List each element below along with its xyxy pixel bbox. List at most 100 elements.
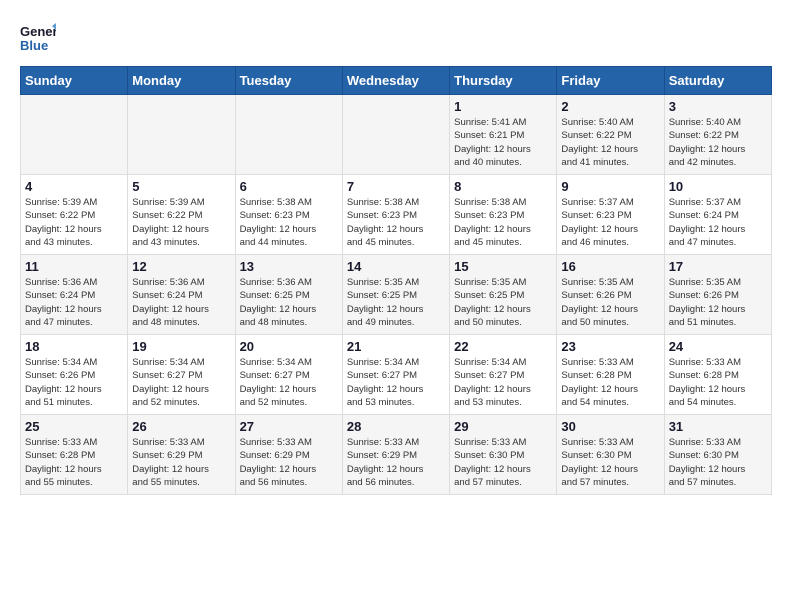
day-info: Sunrise: 5:35 AM Sunset: 6:25 PM Dayligh… xyxy=(454,276,552,329)
day-info: Sunrise: 5:33 AM Sunset: 6:30 PM Dayligh… xyxy=(454,436,552,489)
day-info: Sunrise: 5:39 AM Sunset: 6:22 PM Dayligh… xyxy=(25,196,123,249)
day-number: 6 xyxy=(240,179,338,194)
calendar-cell: 21 Sunrise: 5:34 AM Sunset: 6:27 PM Dayli… xyxy=(342,335,449,415)
calendar-cell: 25 Sunrise: 5:33 AM Sunset: 6:28 PM Dayli… xyxy=(21,415,128,495)
calendar-cell: 7Sunrise: 5:38 AM Sunset: 6:23 PM Daylig… xyxy=(342,175,449,255)
day-info: Sunrise: 5:34 AM Sunset: 6:27 PM Dayligh… xyxy=(347,356,445,409)
day-number: 2 xyxy=(561,99,659,114)
day-info: Sunrise: 5:33 AM Sunset: 6:28 PM Dayligh… xyxy=(25,436,123,489)
day-number: 23 xyxy=(561,339,659,354)
day-info: Sunrise: 5:37 AM Sunset: 6:24 PM Dayligh… xyxy=(669,196,767,249)
calendar-week-row: 1 Sunrise: 5:41 AM Sunset: 6:21 PM Daylig… xyxy=(21,95,772,175)
calendar-cell: 23 Sunrise: 5:33 AM Sunset: 6:28 PM Dayli… xyxy=(557,335,664,415)
day-info: Sunrise: 5:33 AM Sunset: 6:29 PM Dayligh… xyxy=(240,436,338,489)
weekday-header-row: SundayMondayTuesdayWednesdayThursdayFrid… xyxy=(21,67,772,95)
day-number: 12 xyxy=(132,259,230,274)
day-info: Sunrise: 5:36 AM Sunset: 6:24 PM Dayligh… xyxy=(132,276,230,329)
calendar-cell: 18Sunrise: 5:34 AM Sunset: 6:26 PM Dayli… xyxy=(21,335,128,415)
calendar-week-row: 25 Sunrise: 5:33 AM Sunset: 6:28 PM Dayli… xyxy=(21,415,772,495)
day-number: 21 xyxy=(347,339,445,354)
calendar-cell: 27 Sunrise: 5:33 AM Sunset: 6:29 PM Dayli… xyxy=(235,415,342,495)
weekday-header-monday: Monday xyxy=(128,67,235,95)
logo: General Blue xyxy=(20,20,56,56)
day-info: Sunrise: 5:38 AM Sunset: 6:23 PM Dayligh… xyxy=(240,196,338,249)
day-info: Sunrise: 5:40 AM Sunset: 6:22 PM Dayligh… xyxy=(561,116,659,169)
calendar-week-row: 11 Sunrise: 5:36 AM Sunset: 6:24 PM Dayli… xyxy=(21,255,772,335)
calendar-cell: 17Sunrise: 5:35 AM Sunset: 6:26 PM Dayli… xyxy=(664,255,771,335)
day-number: 29 xyxy=(454,419,552,434)
weekday-header-tuesday: Tuesday xyxy=(235,67,342,95)
day-info: Sunrise: 5:34 AM Sunset: 6:27 PM Dayligh… xyxy=(454,356,552,409)
calendar-cell: 10Sunrise: 5:37 AM Sunset: 6:24 PM Dayli… xyxy=(664,175,771,255)
calendar-cell xyxy=(21,95,128,175)
day-info: Sunrise: 5:33 AM Sunset: 6:28 PM Dayligh… xyxy=(669,356,767,409)
calendar-cell xyxy=(128,95,235,175)
day-info: Sunrise: 5:33 AM Sunset: 6:29 PM Dayligh… xyxy=(347,436,445,489)
day-number: 7 xyxy=(347,179,445,194)
weekday-header-wednesday: Wednesday xyxy=(342,67,449,95)
day-info: Sunrise: 5:35 AM Sunset: 6:25 PM Dayligh… xyxy=(347,276,445,329)
day-info: Sunrise: 5:41 AM Sunset: 6:21 PM Dayligh… xyxy=(454,116,552,169)
calendar-cell: 20 Sunrise: 5:34 AM Sunset: 6:27 PM Dayli… xyxy=(235,335,342,415)
day-info: Sunrise: 5:33 AM Sunset: 6:30 PM Dayligh… xyxy=(561,436,659,489)
calendar-cell: 29 Sunrise: 5:33 AM Sunset: 6:30 PM Dayli… xyxy=(450,415,557,495)
calendar-week-row: 18Sunrise: 5:34 AM Sunset: 6:26 PM Dayli… xyxy=(21,335,772,415)
day-info: Sunrise: 5:38 AM Sunset: 6:23 PM Dayligh… xyxy=(454,196,552,249)
day-number: 18 xyxy=(25,339,123,354)
day-number: 16 xyxy=(561,259,659,274)
day-number: 3 xyxy=(669,99,767,114)
calendar-cell: 5 Sunrise: 5:39 AM Sunset: 6:22 PM Daylig… xyxy=(128,175,235,255)
day-number: 27 xyxy=(240,419,338,434)
day-info: Sunrise: 5:35 AM Sunset: 6:26 PM Dayligh… xyxy=(561,276,659,329)
calendar-cell: 26 Sunrise: 5:33 AM Sunset: 6:29 PM Dayli… xyxy=(128,415,235,495)
calendar-cell xyxy=(342,95,449,175)
day-info: Sunrise: 5:39 AM Sunset: 6:22 PM Dayligh… xyxy=(132,196,230,249)
calendar-week-row: 4 Sunrise: 5:39 AM Sunset: 6:22 PM Daylig… xyxy=(21,175,772,255)
calendar-table: SundayMondayTuesdayWednesdayThursdayFrid… xyxy=(20,66,772,495)
day-number: 28 xyxy=(347,419,445,434)
day-number: 14 xyxy=(347,259,445,274)
day-number: 4 xyxy=(25,179,123,194)
day-number: 31 xyxy=(669,419,767,434)
svg-text:General: General xyxy=(20,24,56,39)
calendar-cell: 30Sunrise: 5:33 AM Sunset: 6:30 PM Dayli… xyxy=(557,415,664,495)
calendar-cell: 6 Sunrise: 5:38 AM Sunset: 6:23 PM Daylig… xyxy=(235,175,342,255)
day-number: 8 xyxy=(454,179,552,194)
day-number: 15 xyxy=(454,259,552,274)
calendar-cell: 3Sunrise: 5:40 AM Sunset: 6:22 PM Daylig… xyxy=(664,95,771,175)
day-info: Sunrise: 5:36 AM Sunset: 6:24 PM Dayligh… xyxy=(25,276,123,329)
calendar-cell xyxy=(235,95,342,175)
calendar-cell: 13 Sunrise: 5:36 AM Sunset: 6:25 PM Dayli… xyxy=(235,255,342,335)
day-info: Sunrise: 5:36 AM Sunset: 6:25 PM Dayligh… xyxy=(240,276,338,329)
calendar-cell: 19Sunrise: 5:34 AM Sunset: 6:27 PM Dayli… xyxy=(128,335,235,415)
day-number: 9 xyxy=(561,179,659,194)
svg-text:Blue: Blue xyxy=(20,38,48,53)
page-header: General Blue xyxy=(20,20,772,56)
day-info: Sunrise: 5:34 AM Sunset: 6:27 PM Dayligh… xyxy=(240,356,338,409)
day-number: 5 xyxy=(132,179,230,194)
logo-svg: General Blue xyxy=(20,20,56,56)
day-number: 17 xyxy=(669,259,767,274)
weekday-header-thursday: Thursday xyxy=(450,67,557,95)
day-number: 1 xyxy=(454,99,552,114)
calendar-cell: 31Sunrise: 5:33 AM Sunset: 6:30 PM Dayli… xyxy=(664,415,771,495)
weekday-header-friday: Friday xyxy=(557,67,664,95)
calendar-cell: 2 Sunrise: 5:40 AM Sunset: 6:22 PM Daylig… xyxy=(557,95,664,175)
day-info: Sunrise: 5:37 AM Sunset: 6:23 PM Dayligh… xyxy=(561,196,659,249)
day-number: 25 xyxy=(25,419,123,434)
calendar-cell: 15 Sunrise: 5:35 AM Sunset: 6:25 PM Dayli… xyxy=(450,255,557,335)
calendar-cell: 9 Sunrise: 5:37 AM Sunset: 6:23 PM Daylig… xyxy=(557,175,664,255)
weekday-header-saturday: Saturday xyxy=(664,67,771,95)
day-number: 13 xyxy=(240,259,338,274)
day-number: 22 xyxy=(454,339,552,354)
calendar-cell: 24 Sunrise: 5:33 AM Sunset: 6:28 PM Dayli… xyxy=(664,335,771,415)
day-info: Sunrise: 5:33 AM Sunset: 6:29 PM Dayligh… xyxy=(132,436,230,489)
calendar-cell: 28 Sunrise: 5:33 AM Sunset: 6:29 PM Dayli… xyxy=(342,415,449,495)
logo-container: General Blue xyxy=(20,20,56,56)
day-info: Sunrise: 5:33 AM Sunset: 6:28 PM Dayligh… xyxy=(561,356,659,409)
calendar-cell: 22 Sunrise: 5:34 AM Sunset: 6:27 PM Dayli… xyxy=(450,335,557,415)
day-number: 26 xyxy=(132,419,230,434)
day-number: 20 xyxy=(240,339,338,354)
day-number: 11 xyxy=(25,259,123,274)
day-number: 24 xyxy=(669,339,767,354)
